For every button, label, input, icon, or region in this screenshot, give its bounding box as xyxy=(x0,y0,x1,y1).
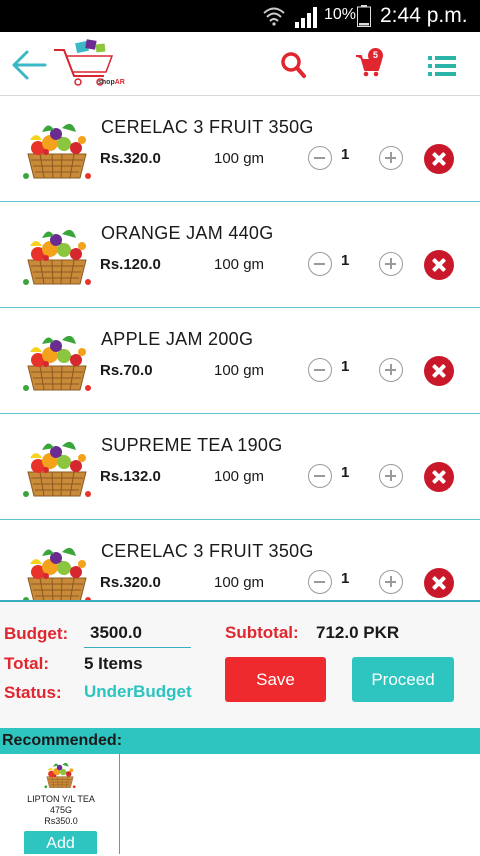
decrease-qty-button[interactable] xyxy=(308,358,332,382)
increase-qty-button[interactable] xyxy=(379,146,403,170)
recommended-item-card: LIPTON Y/L TEA 475G Rs350.0 Add xyxy=(0,754,120,854)
clock: 2:44 p.m. xyxy=(380,4,468,27)
cart-item-list[interactable]: CERELAC 3 FRUIT 350G Rs.320.0 100 gm 1 O… xyxy=(0,96,480,600)
increase-qty-button[interactable] xyxy=(379,252,403,276)
back-arrow-icon[interactable] xyxy=(10,46,48,84)
proceed-button[interactable]: Proceed xyxy=(352,657,454,702)
product-image xyxy=(22,428,92,500)
budget-input[interactable] xyxy=(84,618,191,648)
product-price: Rs.132.0 xyxy=(100,468,161,485)
product-unit: 100 gm xyxy=(214,150,265,167)
remove-item-icon[interactable] xyxy=(424,568,454,598)
product-name: CERELAC 3 FRUIT 350G xyxy=(101,541,314,561)
increase-qty-button[interactable] xyxy=(379,464,403,488)
quantity-value: 1 xyxy=(341,464,350,481)
wifi-icon xyxy=(263,7,285,26)
recommended-header: Recommended: xyxy=(0,728,480,754)
recommended-item-price: Rs350.0 xyxy=(44,816,78,826)
product-price: Rs.120.0 xyxy=(100,256,161,273)
increase-qty-button[interactable] xyxy=(379,358,403,382)
product-image xyxy=(22,216,92,288)
cart-item-row: CERELAC 3 FRUIT 350G Rs.320.0 100 gm 1 xyxy=(0,96,480,202)
budget-label: Budget: xyxy=(4,624,69,643)
cart-item-row: APPLE JAM 200G Rs.70.0 100 gm 1 xyxy=(0,308,480,414)
status-bar: 10% 2:44 p.m. xyxy=(0,0,480,32)
cart-count-badge: 5 xyxy=(368,48,383,63)
total-label: Total: xyxy=(4,654,50,673)
product-image xyxy=(22,534,92,600)
product-unit: 100 gm xyxy=(214,256,265,273)
remove-item-icon[interactable] xyxy=(424,462,454,492)
battery-icon xyxy=(357,5,371,27)
product-unit: 100 gm xyxy=(214,362,265,379)
product-image xyxy=(22,110,92,182)
product-image xyxy=(22,322,92,394)
recommended-list[interactable]: LIPTON Y/L TEA 475G Rs350.0 Add xyxy=(0,754,480,854)
subtotal-label: Subtotal: xyxy=(225,623,299,642)
increase-qty-button[interactable] xyxy=(379,570,403,594)
search-icon[interactable] xyxy=(280,51,306,79)
decrease-qty-button[interactable] xyxy=(308,252,332,276)
cart-item-row: ORANGE JAM 440G Rs.120.0 100 gm 1 xyxy=(0,202,480,308)
remove-item-icon[interactable] xyxy=(424,144,454,174)
cart-summary-panel: Budget: Total: 5 Items Status: UnderBudg… xyxy=(0,600,480,728)
product-image xyxy=(44,756,76,790)
decrease-qty-button[interactable] xyxy=(308,146,332,170)
product-price: Rs.320.0 xyxy=(100,574,161,591)
product-price: Rs.320.0 xyxy=(100,150,161,167)
quantity-value: 1 xyxy=(341,252,350,269)
save-button[interactable]: Save xyxy=(225,657,326,702)
recommended-item-name: LIPTON Y/L TEA 475G xyxy=(27,794,95,815)
battery-percent: 10% xyxy=(324,6,357,23)
list-menu-icon[interactable] xyxy=(428,54,456,78)
remove-item-icon[interactable] xyxy=(424,356,454,386)
product-name: SUPREME TEA 190G xyxy=(101,435,283,455)
quantity-value: 1 xyxy=(341,570,350,587)
remove-item-icon[interactable] xyxy=(424,250,454,280)
add-to-cart-button[interactable]: Add xyxy=(24,831,97,854)
cart-item-row: SUPREME TEA 190G Rs.132.0 100 gm 1 xyxy=(0,414,480,520)
product-unit: 100 gm xyxy=(214,574,265,591)
product-name: APPLE JAM 200G xyxy=(101,329,254,349)
status-label: Status: xyxy=(4,683,62,702)
total-items-value: 5 Items xyxy=(84,654,143,673)
app-header: shopAR 5 xyxy=(0,32,480,96)
recommended-title: Recommended: xyxy=(2,732,123,749)
signal-icon xyxy=(295,7,317,28)
logo-text: shopAR xyxy=(98,79,125,86)
decrease-qty-button[interactable] xyxy=(308,570,332,594)
cart-item-row: CERELAC 3 FRUIT 350G Rs.320.0 100 gm 1 xyxy=(0,520,480,600)
product-price: Rs.70.0 xyxy=(100,362,153,379)
quantity-value: 1 xyxy=(341,146,350,163)
product-name: ORANGE JAM 440G xyxy=(101,223,274,243)
product-unit: 100 gm xyxy=(214,468,265,485)
budget-status-value: UnderBudget xyxy=(84,682,192,701)
decrease-qty-button[interactable] xyxy=(308,464,332,488)
quantity-value: 1 xyxy=(341,358,350,375)
subtotal-value: 712.0 PKR xyxy=(316,623,400,642)
product-name: CERELAC 3 FRUIT 350G xyxy=(101,117,314,137)
